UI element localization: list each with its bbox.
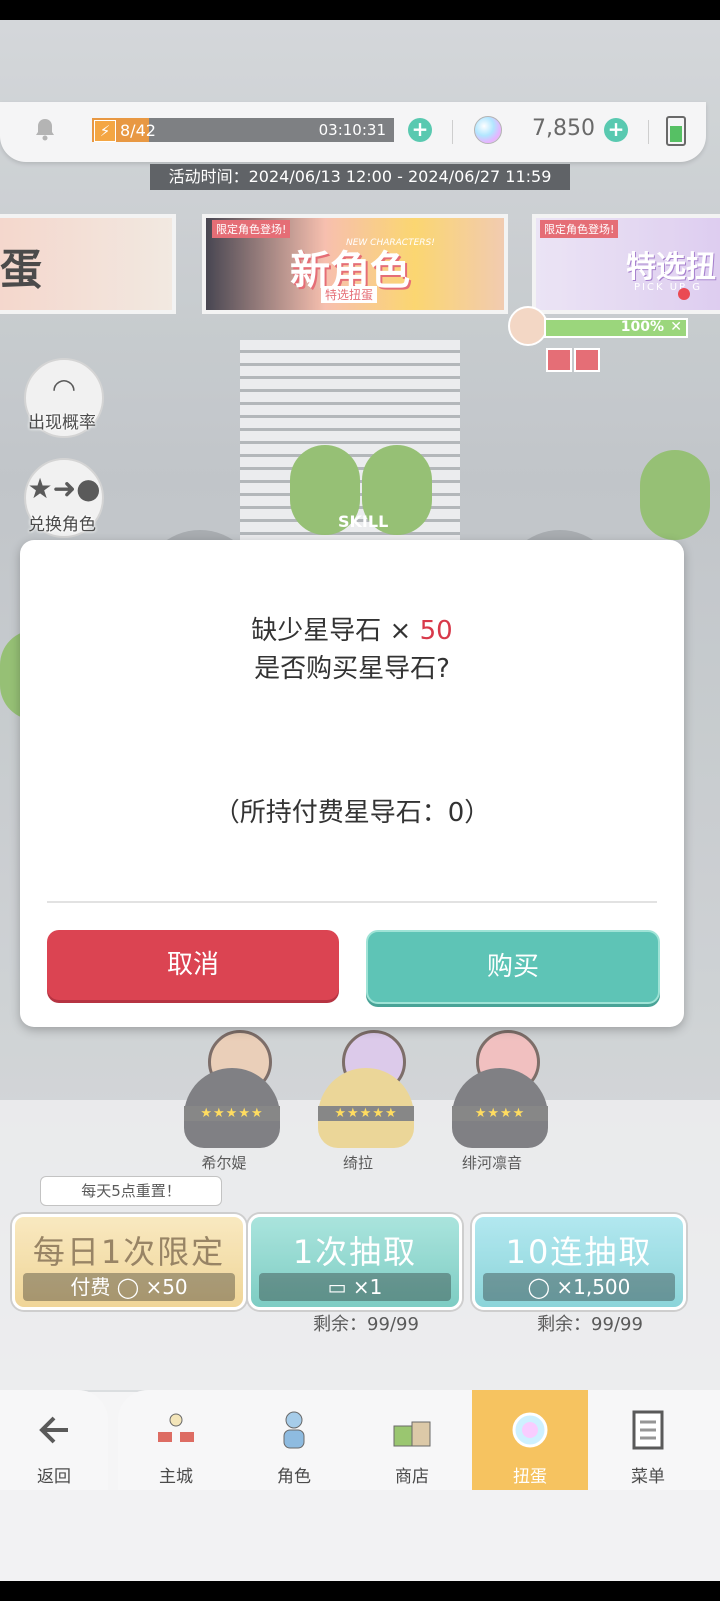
status-bar-area [0, 0, 720, 20]
dialog-divider [47, 901, 657, 903]
game-screen: SKILL ⚡ 8/42 03:10:31 + 7,850 + 活动时间：202… [0, 0, 720, 1601]
bottom-system-area [0, 1581, 720, 1601]
dialog-owned-stones: （所持付费星导石：0） [213, 798, 491, 828]
cancel-button[interactable]: 取消 [47, 930, 339, 1000]
purchase-dialog: 缺少星导石 × 50 是否购买星导石? （所持付费星导石：0） 取消 购买 [20, 540, 684, 1027]
buy-button[interactable]: 购买 [366, 930, 660, 1004]
dialog-line1-prefix: 缺少星导石 × [251, 616, 420, 646]
dialog-message: 缺少星导石 × 50 是否购买星导石? [20, 612, 684, 688]
dialog-missing-count: 50 [419, 616, 453, 646]
dialog-line2: 是否购买星导石? [254, 654, 450, 684]
